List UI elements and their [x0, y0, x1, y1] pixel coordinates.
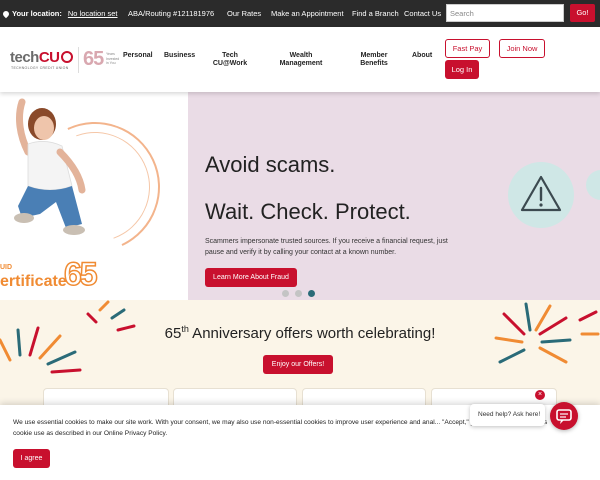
anniversary-badge: 65 Years Invested in You: [78, 47, 122, 73]
find-branch-link[interactable]: Find a Branch: [352, 9, 399, 18]
nav-wealth-management[interactable]: Wealth Management: [272, 52, 330, 68]
woman-kneeling-illustration: [14, 98, 86, 235]
main-nav: techCU TECHNOLOGY CREDIT UNION 65 Years …: [0, 27, 600, 92]
location-selector[interactable]: Your location: No location set: [1, 9, 118, 18]
carousel-dot-3[interactable]: [308, 290, 315, 297]
logo-circle-icon: [60, 51, 73, 63]
routing-number-link[interactable]: ABA/Routing #121181976: [128, 9, 214, 18]
nav-about[interactable]: About: [412, 52, 432, 60]
chat-launcher-button[interactable]: [550, 402, 578, 430]
learn-more-fraud-button[interactable]: Learn More About Fraud: [205, 268, 297, 287]
hero-headline-2: Wait. Check. Protect.: [205, 199, 411, 224]
location-pin-icon: [1, 9, 11, 18]
fast-pay-button[interactable]: Fast Pay: [445, 39, 490, 58]
chat-bubble-icon: [556, 409, 572, 424]
enjoy-offers-button[interactable]: Enjoy our Offers!: [263, 355, 333, 374]
carousel-dot-2[interactable]: [295, 290, 302, 297]
chat-close-button[interactable]: ×: [535, 390, 545, 400]
nav-business[interactable]: Business: [164, 52, 195, 60]
hero-carousel: UID ertificate 65 Avoid scams. Wait. Che…: [0, 92, 600, 300]
certificate-top-text: UID: [0, 264, 13, 271]
login-button[interactable]: Log In: [445, 60, 479, 79]
cookie-agree-button[interactable]: I agree: [13, 449, 50, 468]
logo-tagline: TECHNOLOGY CREDIT UNION: [11, 66, 69, 70]
techcu-logo[interactable]: techCU: [10, 49, 73, 66]
certificate-promo-text: ertificate: [0, 273, 67, 290]
location-value-link[interactable]: No location set: [68, 9, 118, 18]
make-appointment-link[interactable]: Make an Appointment: [271, 9, 344, 18]
contact-us-link[interactable]: Contact Us: [404, 9, 441, 18]
hero-promo-image[interactable]: UID ertificate 65: [0, 92, 188, 300]
utility-bar: Your location: No location set ABA/Routi…: [0, 0, 600, 27]
location-label: Your location:: [12, 9, 62, 18]
search-input[interactable]: Search: [446, 4, 564, 22]
certificate-65-graphic: 65: [63, 255, 98, 293]
anniversary-badge-text: Years Invested in You: [106, 52, 120, 65]
carousel-dot-1[interactable]: [282, 290, 289, 297]
carousel-pagination: [282, 290, 315, 297]
hero-description: Scammers impersonate trusted sources. If…: [205, 238, 448, 256]
our-rates-link[interactable]: Our Rates: [227, 9, 261, 18]
anniversary-heading: 65th Anniversary offers worth celebratin…: [164, 324, 436, 342]
warning-background-circle: [586, 170, 600, 200]
nav-personal[interactable]: Personal: [123, 52, 153, 60]
chat-prompt-bubble[interactable]: Need help? Ask here!: [470, 404, 545, 426]
nav-tech-cu-at-work[interactable]: Tech CU@Work: [210, 52, 250, 68]
join-now-button[interactable]: Join Now: [499, 39, 545, 58]
warning-triangle-icon: [520, 175, 562, 212]
nav-member-benefits[interactable]: Member Benefits: [352, 52, 396, 68]
hero-headline-1: Avoid scams.: [205, 152, 336, 177]
search-go-button[interactable]: Go!: [570, 4, 595, 22]
